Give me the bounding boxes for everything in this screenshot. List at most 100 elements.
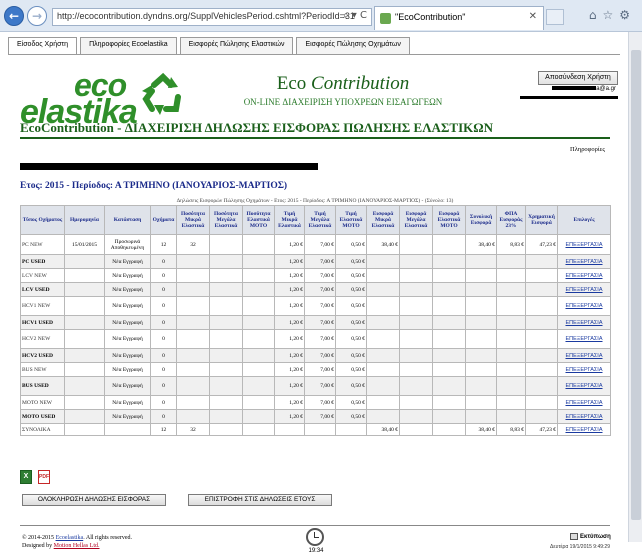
cell-qm [242, 409, 275, 424]
info-link[interactable]: Πληροφορίες [570, 146, 605, 153]
date-stamp: Δευτέρα 19/1/2015 9:49:29 [550, 544, 610, 550]
edit-link[interactable]: ΕΠΕΞΕΡΓΑΣΙΑ [565, 353, 602, 359]
browser-toolbar-icons[interactable]: ⌂☆⚙ [589, 8, 636, 22]
cell-cm [432, 296, 466, 316]
page-title: EcoContribution - ΔΙΑΧΕΙΡΙΣΗ ΔΗΛΩΣΗΣ ΕΙΣ… [20, 120, 494, 135]
cell-qm [242, 362, 275, 377]
edit-link[interactable]: ΕΠΕΞΕΡΓΑΣΙΑ [565, 287, 602, 293]
cell-qs [176, 296, 210, 316]
cell-qm [242, 348, 275, 363]
cell-status: Προσωρινά Αποθηκευμένη [104, 234, 151, 255]
footer-copyright: © 2014-2015 Ecoelastika. All rights rese… [22, 534, 132, 550]
cell-vat [496, 395, 526, 410]
cell-money [525, 254, 558, 269]
brand-subtitle: ON-LINE ΔΙΑΧΕΙΡΙΣΗ ΥΠΟΧΡΕΩΝ ΕΙΣΑΓΩΓΕΩΝ [243, 97, 443, 107]
user-redaction-bar [520, 96, 618, 99]
edit-link[interactable]: ΕΠΕΞΕΡΓΑΣΙΑ [565, 400, 602, 406]
back-icon[interactable]: ← [4, 6, 24, 26]
cell-ps: 1,20 € [274, 376, 305, 396]
edit-link[interactable]: ΕΠΕΞΕΡΓΑΣΙΑ [565, 273, 602, 279]
totals-vehicles: 12 [150, 423, 177, 436]
address-bar[interactable]: http://ecocontribution.dyndns.org/SupplV… [52, 8, 372, 26]
totals-empty-cell [432, 423, 466, 436]
cell-cs [366, 296, 400, 316]
cell-pl: 7,00 € [304, 254, 336, 269]
logout-button[interactable]: Αποσύνδεση Χρήστη [538, 71, 618, 85]
cell-cm [432, 348, 466, 363]
cell-money [525, 362, 558, 377]
forward-icon[interactable]: → [27, 6, 47, 26]
column-header: Τιμή Ελαστικά ΜΟΤΟ [335, 205, 367, 235]
cell-tot [465, 282, 497, 297]
cell-cs [366, 282, 400, 297]
print-button[interactable]: Εκτύπωση [570, 533, 611, 540]
edit-link[interactable]: ΕΠΕΞΕΡΓΑΣΙΑ [565, 242, 602, 248]
cell-date [64, 254, 105, 269]
cell-vehicles: 0 [150, 282, 177, 297]
cell-cs [366, 348, 400, 363]
new-tab-button[interactable] [546, 9, 564, 25]
cell-cl [399, 315, 433, 330]
cell-ql [209, 315, 243, 330]
edit-link[interactable]: ΕΠΕΞΕΡΓΑΣΙΑ [565, 383, 602, 389]
cell-tot [465, 268, 497, 283]
cell-cl [399, 282, 433, 297]
tab-vehicle-contributions[interactable]: Εισφορές Πώλησης Οχημάτων [296, 37, 410, 55]
edit-link[interactable]: ΕΠΕΞΕΡΓΑΣΙΑ [565, 320, 602, 326]
table-row: PC NEW 15/01/2015 Προσωρινά Αποθηκευμένη 12… [20, 234, 611, 255]
totals-vat: 8,83 € [496, 423, 526, 436]
cell-cs: 38,40 € [366, 234, 400, 255]
cell-qm [242, 234, 275, 255]
print-label: Εκτύπωση [580, 534, 611, 541]
address-controls-icon[interactable]: ⌕ ▾ C [343, 10, 367, 21]
cell-vat [496, 329, 526, 349]
table-row: BUS USED Νέα Εγγραφή 0 1,20 €7,00 €0,50 € ΕΠ… [20, 376, 611, 396]
edit-link[interactable]: ΕΠΕΞΕΡΓΑΣΙΑ [565, 336, 602, 342]
cell-money [525, 296, 558, 316]
cell-pm: 0,50 € [335, 329, 367, 349]
browser-tab[interactable]: "EcoContribution" ✕ [374, 6, 544, 30]
excel-export-icon[interactable]: X [20, 470, 32, 484]
cell-ps: 1,20 € [274, 282, 305, 297]
table-row: LCV USED Νέα Εγγραφή 0 1,20 €7,00 €0,50 € ΕΠ… [20, 282, 611, 297]
column-header: Τύπος Οχήματος [20, 205, 65, 235]
cell-vehicles: 12 [150, 234, 177, 255]
designer-link[interactable]: Motion Hellas Ltd. [54, 543, 100, 549]
totals-tot: 38,40 € [465, 423, 497, 436]
vertical-scrollbar[interactable] [628, 32, 642, 542]
tab-tyre-contributions[interactable]: Εισφορές Πώλησης Ελαστικών [179, 37, 294, 55]
edit-link[interactable]: ΕΠΕΞΕΡΓΑΣΙΑ [565, 367, 602, 373]
back-to-declarations-button[interactable]: ΕΠΙΣΤΡΟΦΗ ΣΤΙΣ ΔΗΛΩΣΕΙΣ ΕΤΟΥΣ [188, 494, 332, 506]
close-tab-icon[interactable]: ✕ [529, 11, 537, 22]
cell-ql [209, 376, 243, 396]
cell-cs [366, 254, 400, 269]
cell-type: HCV2 NEW [20, 329, 65, 349]
pdf-export-icon[interactable]: PDF [38, 470, 50, 484]
ecoelastika-link[interactable]: Ecoelastika [56, 535, 84, 541]
cell-date [64, 409, 105, 424]
column-header: Συνολική Εισφορά [465, 205, 497, 235]
table-caption: Δηλώσεις Εισφορών Πώλησης Οχημάτων - Ετο… [176, 198, 454, 204]
complete-declaration-button[interactable]: ΟΛΟΚΛΗΡΩΣΗ ΔΗΛΩΣΗΣ ΕΙΣΦΟΡΑΣ [22, 494, 166, 506]
cell-cl [399, 362, 433, 377]
totals-cs: 38,40 € [366, 423, 400, 436]
edit-link[interactable]: ΕΠΕΞΕΡΓΑΣΙΑ [565, 303, 602, 309]
cell-type: MOTO NEW [20, 395, 65, 410]
cell-ql [209, 362, 243, 377]
column-header: Επιλογές [557, 205, 611, 235]
cell-vat: 8,83 € [496, 234, 526, 255]
edit-link[interactable]: ΕΠΕΞΕΡΓΑΣΙΑ [565, 427, 602, 433]
cell-cs [366, 329, 400, 349]
edit-link[interactable]: ΕΠΕΞΕΡΓΑΣΙΑ [565, 414, 602, 420]
edit-link[interactable]: ΕΠΕΞΕΡΓΑΣΙΑ [565, 259, 602, 265]
cell-cl [399, 296, 433, 316]
scrollbar-thumb[interactable] [631, 50, 641, 520]
cell-ps: 1,20 € [274, 268, 305, 283]
footer-rule [20, 525, 610, 526]
tab-user-login[interactable]: Είσοδος Χρήστη [8, 37, 78, 55]
title-rule [20, 137, 610, 139]
tab-ecoelastika-info[interactable]: Πληροφορίες Ecoelastika [80, 37, 177, 55]
cell-cm [432, 376, 466, 396]
cell-pl: 7,00 € [304, 315, 336, 330]
cell-action: ΕΠΕΞΕΡΓΑΣΙΑ [557, 329, 611, 349]
